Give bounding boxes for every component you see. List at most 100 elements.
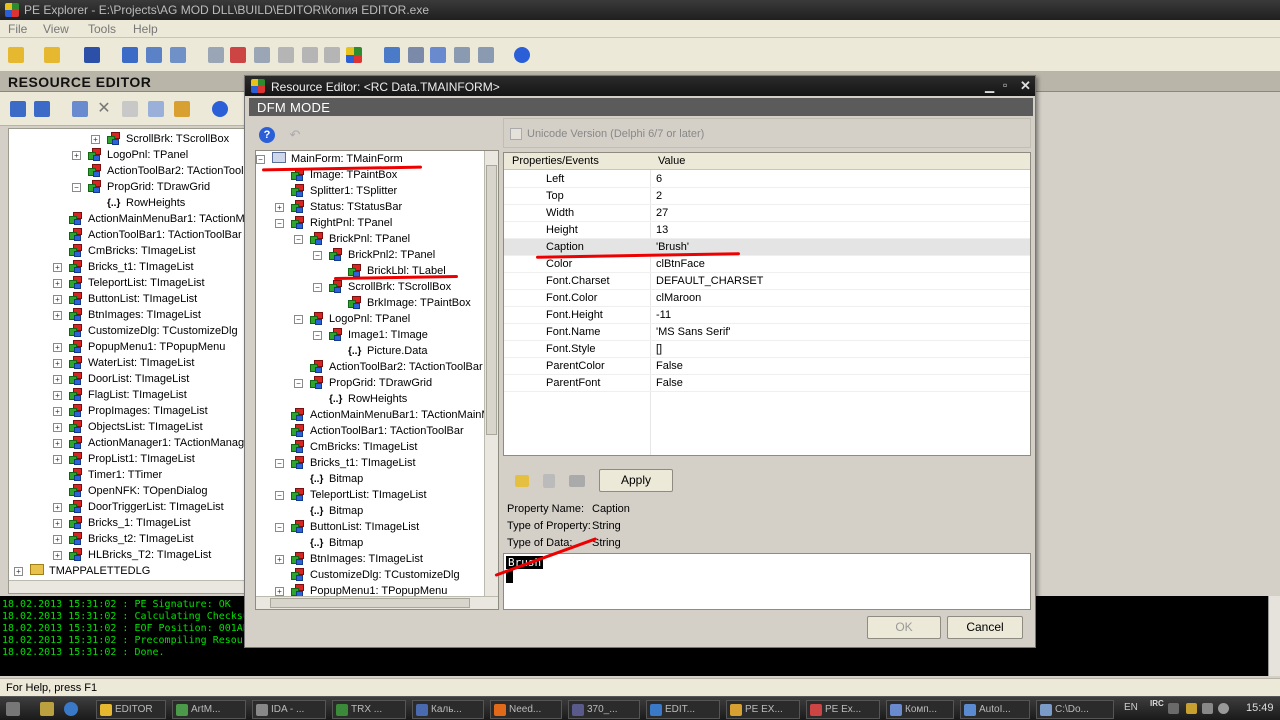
expand-icon[interactable]: + xyxy=(53,551,62,560)
grid-row[interactable]: ParentColor False xyxy=(504,358,1030,375)
expand-icon[interactable]: + xyxy=(53,503,62,512)
menu-file[interactable]: File xyxy=(8,22,27,36)
grid-row[interactable]: Top 2 xyxy=(504,188,1030,205)
edit-resource-icon[interactable] xyxy=(72,101,88,117)
component-tree[interactable]: − MainForm: TMainForm Image: TPaintBox Spli… xyxy=(255,150,499,610)
tree-node[interactable]: − Bricks_t1: TImageList xyxy=(256,455,498,471)
taskbar-button[interactable]: AutoI... xyxy=(960,700,1030,719)
tree-node[interactable]: ActionToolBar2: TActionToolBar xyxy=(256,359,498,375)
tray-usb-icon[interactable] xyxy=(1202,703,1213,714)
browser-icon[interactable] xyxy=(64,702,78,716)
collapse-icon[interactable]: − xyxy=(313,251,322,260)
dependency-icon[interactable] xyxy=(430,47,446,63)
undo-icon[interactable] xyxy=(122,101,138,117)
tree-node[interactable]: Splitter1: TSplitter xyxy=(256,183,498,199)
menu-view[interactable]: View xyxy=(43,22,69,36)
tree-node[interactable]: + ButtonList: TImageList xyxy=(9,291,245,307)
disassembler-icon[interactable] xyxy=(408,47,424,63)
collapse-icon[interactable]: − xyxy=(313,283,322,292)
tree-node[interactable]: {..} Bitmap xyxy=(256,471,498,487)
resource-tree[interactable]: + ScrollBrk: TScrollBox + LogoPnl: TPanel Ac… xyxy=(8,128,246,594)
tree-node[interactable]: CmBricks: TImageList xyxy=(9,243,245,259)
tree-node[interactable]: + DoorTriggerList: TImageList xyxy=(9,499,245,515)
tree-vertical-scrollbar[interactable] xyxy=(484,151,498,597)
expand-icon[interactable]: + xyxy=(275,555,284,564)
tree-node[interactable]: + PropList1: TImageList xyxy=(9,451,245,467)
expand-icon[interactable]: + xyxy=(53,263,62,272)
taskbar-button[interactable]: TRX ... xyxy=(332,700,406,719)
tree-node[interactable]: CmBricks: TImageList xyxy=(256,439,498,455)
tree-node[interactable]: CustomizeDlg: TCustomizeDlg xyxy=(256,567,498,583)
minimize-icon[interactable]: ▁ xyxy=(985,79,994,93)
tree-node[interactable]: − Image1: TImage xyxy=(256,327,498,343)
tree-node[interactable]: − ScrollBrk: TScrollBox xyxy=(256,279,498,295)
menu-tools[interactable]: Tools xyxy=(88,22,116,36)
taskbar-button[interactable]: EDIT... xyxy=(646,700,720,719)
tree-node[interactable]: {..} Picture.Data xyxy=(256,343,498,359)
tree-node[interactable]: + ScrollBrk: TScrollBox xyxy=(9,131,245,147)
tree-node[interactable]: − ButtonList: TImageList xyxy=(256,519,498,535)
clipboard-icon[interactable] xyxy=(543,474,555,488)
close-icon[interactable]: ✕ xyxy=(1020,78,1031,94)
tree-node[interactable]: − LogoPnl: TPanel xyxy=(256,311,498,327)
tree-node[interactable]: + Bricks_t1: TImageList xyxy=(9,259,245,275)
expand-icon[interactable]: + xyxy=(53,455,62,464)
taskbar-button[interactable]: PE Ex... xyxy=(806,700,880,719)
tree-node[interactable]: ActionToolBar1: TActionToolBar xyxy=(256,423,498,439)
expand-icon[interactable]: + xyxy=(53,519,62,528)
wrench-icon[interactable] xyxy=(478,47,494,63)
menu-help[interactable]: Help xyxy=(133,22,158,36)
expand-icon[interactable]: + xyxy=(72,151,81,160)
expand-icon[interactable]: + xyxy=(53,295,62,304)
headers-icon[interactable] xyxy=(146,47,162,63)
tree-node[interactable]: Timer1: TTimer xyxy=(9,467,245,483)
taskbar-button[interactable]: EDITOR xyxy=(96,700,166,719)
tree-node[interactable]: − TeleportList: TImageList xyxy=(256,487,498,503)
taskbar-button[interactable]: Need... xyxy=(490,700,562,719)
tray-power-icon[interactable] xyxy=(1186,703,1197,714)
tree-node[interactable]: − MainForm: TMainForm xyxy=(256,151,498,167)
taskbar-button[interactable]: IDA - ... xyxy=(252,700,326,719)
resource-editor-icon[interactable] xyxy=(346,47,362,63)
tree-node[interactable]: − PropGrid: TDrawGrid xyxy=(256,375,498,391)
tree-node[interactable]: + BtnImages: TImageList xyxy=(9,307,245,323)
help-icon[interactable] xyxy=(514,47,530,63)
grid-row[interactable]: Font.Style [] xyxy=(504,341,1030,358)
tree-node[interactable]: + Bricks_1: TImageList xyxy=(9,515,245,531)
taskbar-button[interactable]: Комп... xyxy=(886,700,954,719)
tools-icon[interactable] xyxy=(454,47,470,63)
tree-node[interactable]: + FlagList: TImageList xyxy=(9,387,245,403)
save-disk-icon[interactable] xyxy=(569,475,585,487)
tree-node[interactable]: − BrickPnl: TPanel xyxy=(256,231,498,247)
collapse-icon[interactable]: − xyxy=(275,219,284,228)
taskbar-button[interactable]: Каль... xyxy=(412,700,484,719)
grid-row[interactable]: Height 13 xyxy=(504,222,1030,239)
sections-icon[interactable] xyxy=(170,47,186,63)
collapse-icon[interactable]: − xyxy=(294,379,303,388)
grid-row[interactable]: Caption 'Brush' xyxy=(504,239,1030,256)
grid-row[interactable]: Width 27 xyxy=(504,205,1030,222)
export-icon[interactable] xyxy=(230,47,246,63)
refresh-icon[interactable] xyxy=(302,47,318,63)
value-editor[interactable]: Brush xyxy=(503,553,1031,610)
apply-button[interactable]: Apply xyxy=(599,469,673,492)
tree-node[interactable]: + TeleportList: TImageList xyxy=(9,275,245,291)
import-icon[interactable] xyxy=(208,47,224,63)
info-icon[interactable] xyxy=(122,47,138,63)
tree-node[interactable]: ActionToolBar1: TActionToolBar xyxy=(9,227,245,243)
tree-node[interactable]: {..} RowHeights xyxy=(256,391,498,407)
revert-icon[interactable]: ↶ xyxy=(287,127,303,143)
collapse-icon[interactable]: − xyxy=(275,523,284,532)
folder-icon[interactable] xyxy=(44,47,60,63)
collapse-icon[interactable]: − xyxy=(275,491,284,500)
tree-node[interactable]: + ObjectsList: TImageList xyxy=(9,419,245,435)
scroll-thumb[interactable] xyxy=(270,598,470,608)
tree-node[interactable]: {..} RowHeights xyxy=(9,195,245,211)
copy-icon[interactable] xyxy=(324,47,340,63)
taskbar-button[interactable]: PE EX... xyxy=(726,700,800,719)
save-icon[interactable] xyxy=(84,47,100,63)
tree-horizontal-scrollbar[interactable] xyxy=(9,580,245,593)
tree-horizontal-scrollbar[interactable] xyxy=(256,596,498,609)
col-header-property[interactable]: Properties/Events xyxy=(512,155,599,167)
tray-irc[interactable]: IRC xyxy=(1150,699,1164,708)
